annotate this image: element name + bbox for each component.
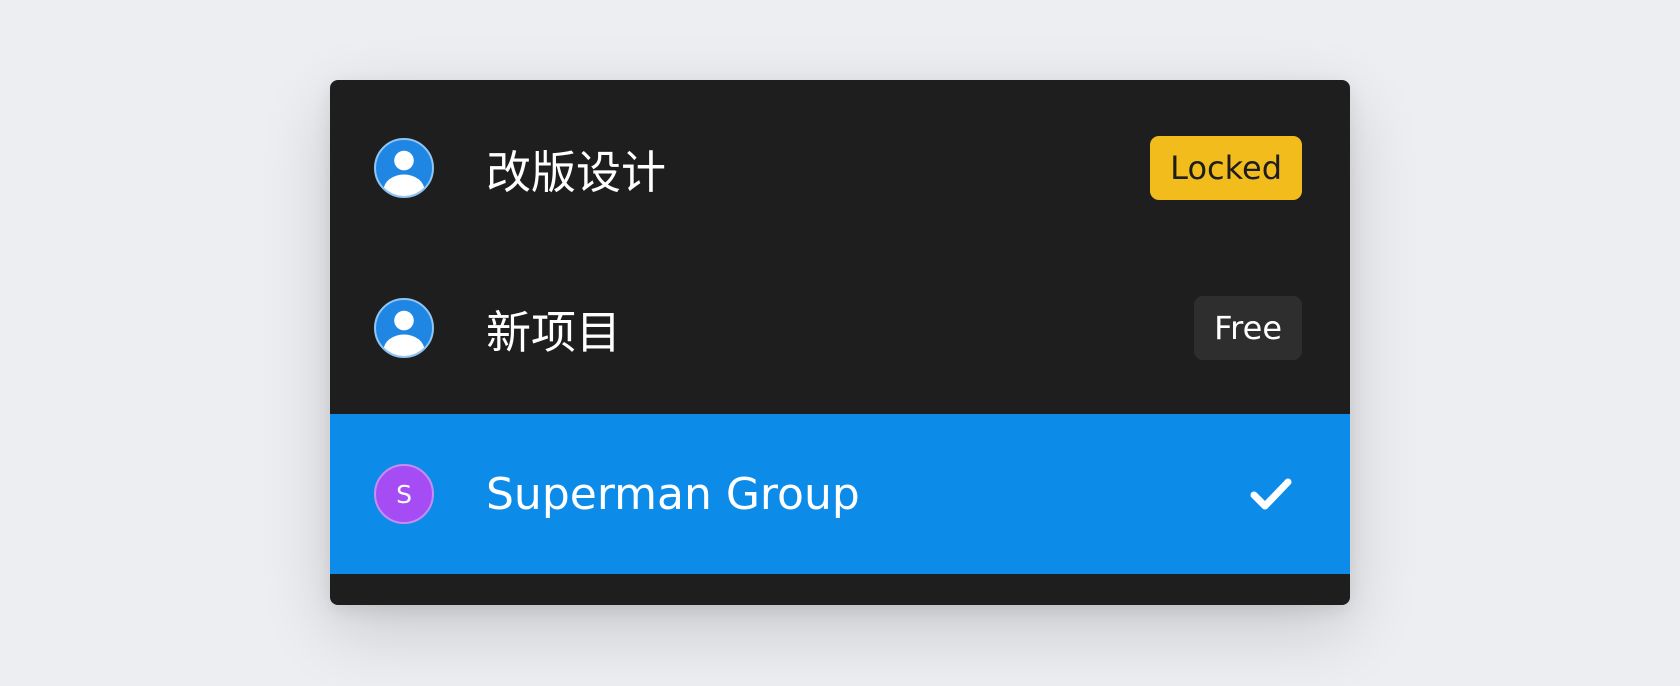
workspace-switcher-menu: 改版设计 Locked 新项目 Free S Superman Group <box>330 80 1350 605</box>
letter-avatar: S <box>374 464 434 524</box>
free-badge: Free <box>1194 296 1302 360</box>
menu-item-label: Superman Group <box>486 468 860 520</box>
avatar-letter: S <box>396 479 412 509</box>
menu-item-redesign[interactable]: 改版设计 Locked <box>330 88 1350 248</box>
user-avatar-icon <box>374 298 434 358</box>
user-avatar-icon <box>374 138 434 198</box>
checkmark-icon <box>1250 476 1292 512</box>
menu-item-new-project[interactable]: 新项目 Free <box>330 248 1350 408</box>
menu-item-label: 改版设计 <box>486 145 667 199</box>
menu-item-label: 新项目 <box>486 305 622 359</box>
locked-badge: Locked <box>1150 136 1302 200</box>
menu-item-superman-group[interactable]: S Superman Group <box>330 414 1350 574</box>
